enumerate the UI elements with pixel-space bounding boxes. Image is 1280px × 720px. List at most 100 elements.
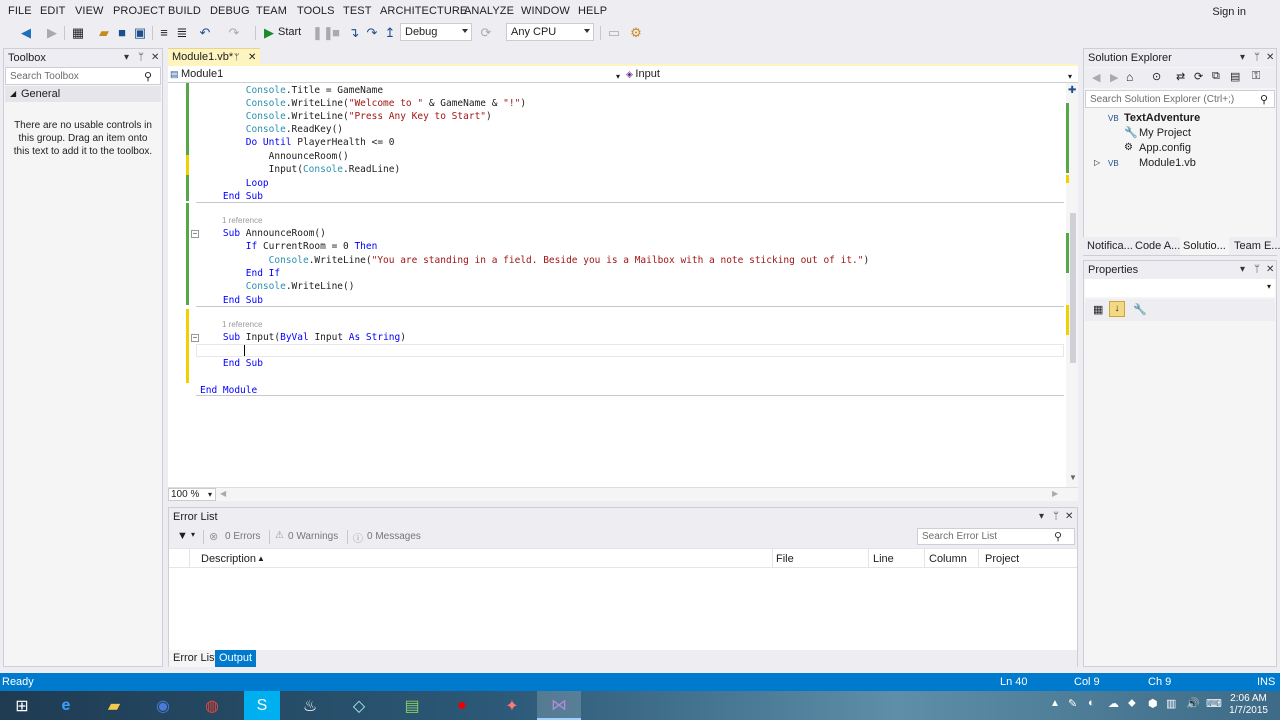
- menu-window[interactable]: WINDOW: [521, 5, 570, 17]
- column-project[interactable]: Project: [985, 553, 1019, 565]
- column-file[interactable]: File: [776, 553, 794, 565]
- error-list-search-input[interactable]: Search Error List ⚲: [917, 528, 1075, 545]
- menu-build[interactable]: BUILD: [168, 5, 201, 17]
- dropdown-icon[interactable]: ▾: [1240, 261, 1245, 279]
- start-menu-icon[interactable]: ⊞: [0, 691, 44, 720]
- menu-analyze[interactable]: ANALYZE: [464, 5, 514, 17]
- pin-icon[interactable]: ᛘ: [138, 49, 144, 67]
- close-icon[interactable]: ✕: [1266, 49, 1274, 67]
- find-icon[interactable]: ▭: [606, 25, 622, 41]
- back-icon[interactable]: ◀: [1092, 71, 1100, 84]
- tree-item-app-config[interactable]: App.config: [1139, 141, 1191, 155]
- configuration-select[interactable]: Debug: [400, 23, 472, 41]
- menu-tools[interactable]: TOOLS: [297, 5, 335, 17]
- network-icon[interactable]: ▥: [1166, 697, 1176, 710]
- back-icon[interactable]: ◀: [18, 25, 34, 41]
- dropdown-icon[interactable]: ▾: [1039, 508, 1044, 526]
- menu-file[interactable]: FILE: [8, 5, 32, 17]
- property-pages-icon[interactable]: 🔧: [1133, 303, 1147, 316]
- paint-icon[interactable]: ✦: [490, 691, 534, 720]
- tray-app-icon[interactable]: ◐: [1088, 697, 1095, 709]
- start-icon[interactable]: ▶: [261, 25, 277, 41]
- tab-notifications[interactable]: Notifica...: [1084, 237, 1136, 255]
- step-out-icon[interactable]: ↥: [382, 25, 398, 41]
- reference-codelens[interactable]: 1 reference: [222, 216, 262, 226]
- menu-project[interactable]: PROJECT: [113, 5, 165, 17]
- toolbox-search-input[interactable]: Search Toolbox: [5, 67, 161, 85]
- collapse-icon[interactable]: −: [191, 230, 199, 238]
- show-all-files-icon[interactable]: ▤: [1230, 70, 1240, 83]
- scroll-left-arrow-icon[interactable]: ◀: [220, 489, 226, 498]
- type-selector[interactable]: ▤ Module1 ▾: [170, 67, 622, 82]
- chrome-icon[interactable]: ◍: [190, 691, 234, 720]
- keyboard-icon[interactable]: ⌨: [1206, 697, 1222, 710]
- properties-object-select[interactable]: ▾: [1085, 279, 1275, 297]
- tray-app-icon[interactable]: ⬥: [1128, 697, 1136, 710]
- stop-icon[interactable]: ■: [328, 25, 344, 41]
- start-button[interactable]: Start: [278, 26, 301, 38]
- forward-icon[interactable]: ▶: [44, 25, 60, 41]
- spreadsheet-icon[interactable]: ▤: [390, 691, 434, 720]
- redo-icon[interactable]: ↷: [226, 25, 242, 41]
- zoom-select[interactable]: 100 % ▾: [168, 488, 216, 501]
- menu-team[interactable]: TEAM: [256, 5, 287, 17]
- new-project-icon[interactable]: ▦: [70, 25, 86, 41]
- tree-item-textadventure[interactable]: TextAdventure: [1124, 111, 1200, 125]
- close-icon[interactable]: ✕: [1065, 508, 1073, 526]
- visual-studio-icon[interactable]: ⋈: [537, 691, 581, 720]
- expand-arrow-icon[interactable]: ▷: [1094, 156, 1100, 170]
- pin-icon[interactable]: ᛘ: [1254, 261, 1260, 279]
- platform-select[interactable]: Any CPU: [506, 23, 594, 41]
- toolbox-group-general[interactable]: ◢ General: [5, 86, 161, 102]
- close-icon[interactable]: ✕: [1266, 261, 1274, 279]
- cloud-icon[interactable]: ☁: [1108, 697, 1119, 710]
- menu-test[interactable]: TEST: [343, 5, 372, 17]
- taskbar-clock[interactable]: 2:06 AM 1/7/2015: [1229, 693, 1268, 717]
- refresh-icon[interactable]: ⟳: [478, 25, 494, 41]
- close-icon[interactable]: ✕: [151, 49, 159, 67]
- menu-debug[interactable]: DEBUG: [210, 5, 250, 17]
- refresh-icon[interactable]: ⟳: [1194, 70, 1203, 83]
- tree-item-module1[interactable]: Module1.vb: [1139, 156, 1196, 170]
- properties-icon[interactable]: ⚿: [1252, 70, 1260, 83]
- scroll-thumb[interactable]: [1070, 213, 1076, 363]
- tray-app-icon[interactable]: ✎: [1068, 697, 1077, 710]
- show-hidden-icons-icon[interactable]: ▲: [1050, 698, 1060, 709]
- code-area[interactable]: Console.Title = GameName Console.WriteLi…: [168, 83, 1068, 487]
- pin-icon[interactable]: ᛘ: [1053, 508, 1059, 526]
- errors-toggle[interactable]: 0 Errors: [225, 531, 261, 542]
- app-icon[interactable]: ◇: [337, 691, 381, 720]
- tab-output[interactable]: Output: [215, 650, 257, 667]
- blender-icon[interactable]: ◉: [141, 691, 185, 720]
- messages-toggle[interactable]: 0 Messages: [367, 531, 421, 542]
- step-into-icon[interactable]: ↴: [346, 25, 362, 41]
- dropdown-icon[interactable]: ▾: [124, 49, 129, 67]
- menu-architecture[interactable]: ARCHITECTURE: [380, 5, 467, 17]
- tab-team-explorer[interactable]: Team E...: [1231, 237, 1280, 255]
- step-over-icon[interactable]: ↷: [364, 25, 380, 41]
- file-explorer-icon[interactable]: ▰: [92, 691, 136, 720]
- tab-module1[interactable]: Module1.vb* ᛘ ✕: [168, 48, 260, 65]
- reference-codelens[interactable]: 1 reference: [222, 320, 262, 330]
- dropdown-icon[interactable]: ▾: [1240, 49, 1245, 67]
- solution-search-input[interactable]: Search Solution Explorer (Ctrl+;): [1085, 90, 1275, 108]
- volume-icon[interactable]: 🔊: [1186, 697, 1200, 710]
- tray-app-icon[interactable]: ⬢: [1148, 697, 1158, 710]
- categorized-icon[interactable]: ▦: [1093, 303, 1103, 316]
- search-icon[interactable]: ⚲: [1260, 93, 1268, 106]
- tab-code-analysis[interactable]: Code A...: [1132, 237, 1183, 255]
- collapse-all-icon[interactable]: ⧉: [1212, 70, 1220, 83]
- open-folder-icon[interactable]: ▰: [96, 25, 112, 41]
- search-icon[interactable]: ⚲: [144, 70, 152, 83]
- scroll-down-arrow-icon[interactable]: ▼: [1069, 473, 1077, 482]
- vertical-scrollbar[interactable]: ✚ ▼: [1066, 83, 1078, 487]
- comment-icon[interactable]: ≡: [156, 25, 172, 41]
- pin-icon[interactable]: ᛘ: [1254, 49, 1260, 67]
- chevron-down-icon[interactable]: ▾: [191, 530, 195, 539]
- member-selector[interactable]: ◈ Input ▾: [626, 67, 1076, 82]
- code-editor[interactable]: Console.Title = GameName Console.WriteLi…: [168, 83, 1078, 487]
- column-line[interactable]: Line: [873, 553, 894, 565]
- tree-item-my-project[interactable]: My Project: [1139, 126, 1191, 140]
- forward-icon[interactable]: ▶: [1110, 71, 1118, 84]
- uncomment-icon[interactable]: ≣: [174, 25, 190, 41]
